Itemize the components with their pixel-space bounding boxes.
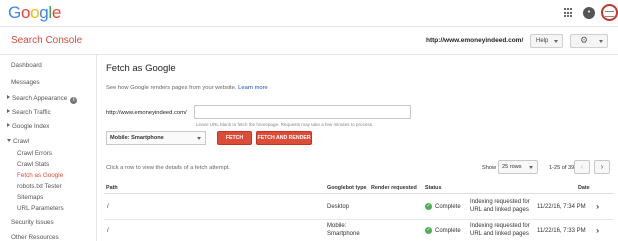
row-date: 11/22/16, 7:33 PM bbox=[537, 228, 586, 234]
apps-grid-icon[interactable] bbox=[564, 8, 574, 18]
sidebar-item-label: Security Issues bbox=[11, 219, 54, 226]
help-button[interactable]: Help bbox=[530, 34, 563, 48]
sidebar-item-label: Crawl Stats bbox=[17, 161, 50, 168]
sidebar-item-google-index[interactable]: Google Index bbox=[7, 123, 49, 130]
device-selected-value: Mobile: Smartphone bbox=[110, 135, 164, 141]
sidebar-item-label: Crawl Errors bbox=[17, 150, 52, 157]
notifications-icon[interactable]: • bbox=[583, 7, 595, 19]
product-name[interactable]: Search Console bbox=[11, 35, 82, 46]
sidebar-item-dashboard[interactable]: Dashboard bbox=[11, 62, 42, 69]
column-header-status[interactable]: Status bbox=[425, 185, 441, 191]
sidebar-item-label: robots.txt Tester bbox=[17, 183, 62, 190]
sidebar-item-fetch-as-google[interactable]: Fetch as Google bbox=[17, 172, 63, 179]
sidebar-item-label: URL Parameters bbox=[17, 205, 64, 212]
column-header-path[interactable]: Path bbox=[106, 185, 118, 191]
sidebar-item-label: Search Traffic bbox=[12, 109, 51, 116]
sidebar-item-crawl-stats[interactable]: Crawl Stats bbox=[17, 161, 49, 168]
description-text: See how Google renders pages from your w… bbox=[106, 85, 237, 91]
fetch-button[interactable]: FETCH bbox=[217, 131, 252, 145]
row-date: 11/22/16, 7:34 PM bbox=[537, 204, 586, 210]
page-count: 1-25 of 39 bbox=[549, 165, 575, 171]
row-googlebot-type: Desktop bbox=[327, 204, 350, 210]
fetch-and-render-button[interactable]: FETCH AND RENDER bbox=[256, 131, 312, 145]
account-avatar-icon[interactable] bbox=[601, 4, 618, 21]
settings-button[interactable]: ⚙ bbox=[570, 34, 608, 48]
chevron-down-icon bbox=[599, 40, 603, 43]
row-googlebot-type: Smartphone bbox=[327, 231, 360, 237]
sidebar-item-label: Fetch as Google bbox=[17, 172, 64, 179]
column-header-render-requested[interactable]: Render requested bbox=[371, 185, 417, 191]
row-path: / bbox=[107, 204, 109, 210]
sidebar-item-label: Other Resources bbox=[11, 234, 59, 241]
page-title: Fetch as Google bbox=[106, 63, 176, 74]
sidebar: Dashboard Messages Search Appearance i Se… bbox=[0, 55, 97, 241]
gear-icon: ⚙ bbox=[580, 35, 589, 45]
check-circle-icon: ✓ bbox=[425, 203, 432, 210]
sidebar-item-label: Dashboard bbox=[11, 62, 42, 69]
logo-letter: G bbox=[8, 3, 21, 22]
sidebar-item-messages[interactable]: Messages bbox=[11, 79, 40, 86]
sidebar-item-label: Messages bbox=[11, 79, 40, 86]
url-hint: Leave URL blank to fetch the homepage. R… bbox=[196, 122, 374, 127]
sidebar-item-other-resources[interactable]: Other Resources bbox=[11, 234, 59, 241]
expand-arrow-icon bbox=[7, 95, 10, 99]
site-url: http://www.emoneyindeed.com/ bbox=[426, 37, 524, 44]
row-status-detail: Indexing requested for bbox=[470, 223, 530, 229]
row-googlebot-type: Mobile: bbox=[327, 223, 347, 229]
show-label: Show bbox=[482, 165, 496, 171]
expand-arrow-icon bbox=[7, 109, 10, 113]
sidebar-item-crawl[interactable]: Crawl bbox=[7, 138, 29, 145]
googlebot-type-select[interactable]: Mobile: Smartphone bbox=[106, 131, 206, 145]
column-header-googlebot-type[interactable]: Googlebot type bbox=[327, 185, 367, 191]
row-status-detail: Indexing requested for bbox=[470, 199, 530, 205]
expand-arrow-icon bbox=[7, 123, 10, 127]
learn-more-link[interactable]: Learn more bbox=[238, 85, 268, 91]
url-prefix: http://www.emoneyindeed.com/ bbox=[106, 110, 187, 116]
info-icon[interactable]: i bbox=[70, 97, 78, 104]
sidebar-item-label: Sitemaps bbox=[17, 194, 44, 201]
sidebar-item-search-traffic[interactable]: Search Traffic bbox=[7, 109, 51, 116]
row-status-detail: URL and linked pages bbox=[470, 207, 529, 213]
row-status-detail: URL and linked pages bbox=[470, 231, 529, 237]
chevron-down-icon bbox=[197, 137, 201, 140]
rows-per-page-select[interactable]: 25 rows bbox=[498, 160, 538, 174]
logo-letter: o bbox=[30, 3, 40, 22]
check-circle-icon: ✓ bbox=[425, 227, 432, 234]
chevron-right-icon[interactable]: › bbox=[594, 160, 610, 174]
sidebar-item-sitemaps[interactable]: Sitemaps bbox=[17, 194, 43, 201]
row-details-chevron-icon[interactable]: ›› bbox=[596, 226, 600, 235]
logo-letter: o bbox=[20, 3, 31, 22]
chevron-left-icon[interactable]: ‹ bbox=[574, 160, 590, 174]
header-divider bbox=[104, 193, 614, 194]
top-bar: Google • bbox=[0, 0, 618, 27]
row-path: / bbox=[107, 228, 109, 234]
logo-letter: e bbox=[51, 3, 62, 22]
row-hint: Click a row to view the details of a fet… bbox=[106, 165, 231, 171]
sidebar-item-label: Google Index bbox=[12, 123, 50, 130]
row-status: Complete bbox=[435, 228, 461, 234]
help-label: Help bbox=[536, 38, 549, 44]
row-details-chevron-icon[interactable]: ›› bbox=[596, 202, 600, 211]
sidebar-item-search-appearance[interactable]: Search Appearance i bbox=[7, 95, 78, 104]
rows-selected-value: 25 rows bbox=[502, 164, 522, 170]
sidebar-item-security-issues[interactable]: Security Issues bbox=[11, 219, 54, 226]
row-divider bbox=[104, 219, 614, 220]
google-logo[interactable]: Google bbox=[8, 3, 61, 23]
row-status: Complete bbox=[435, 204, 461, 210]
column-header-date[interactable]: Date bbox=[578, 185, 590, 191]
collapse-arrow-icon bbox=[7, 139, 11, 142]
sidebar-item-url-parameters[interactable]: URL Parameters bbox=[17, 205, 64, 212]
header-bar: Search Console http://www.emoneyindeed.c… bbox=[0, 27, 618, 55]
sidebar-item-label: Search Appearance bbox=[12, 95, 68, 102]
url-path-input[interactable] bbox=[194, 105, 411, 119]
sidebar-item-crawl-errors[interactable]: Crawl Errors bbox=[17, 150, 52, 157]
sidebar-item-robots-txt-tester[interactable]: robots.txt Tester bbox=[17, 183, 62, 190]
chevron-down-icon bbox=[529, 166, 533, 169]
logo-letter: g bbox=[39, 3, 49, 22]
chevron-down-icon bbox=[554, 40, 558, 43]
page-description: See how Google renders pages from your w… bbox=[106, 85, 268, 91]
sidebar-item-label: Crawl bbox=[13, 138, 30, 145]
